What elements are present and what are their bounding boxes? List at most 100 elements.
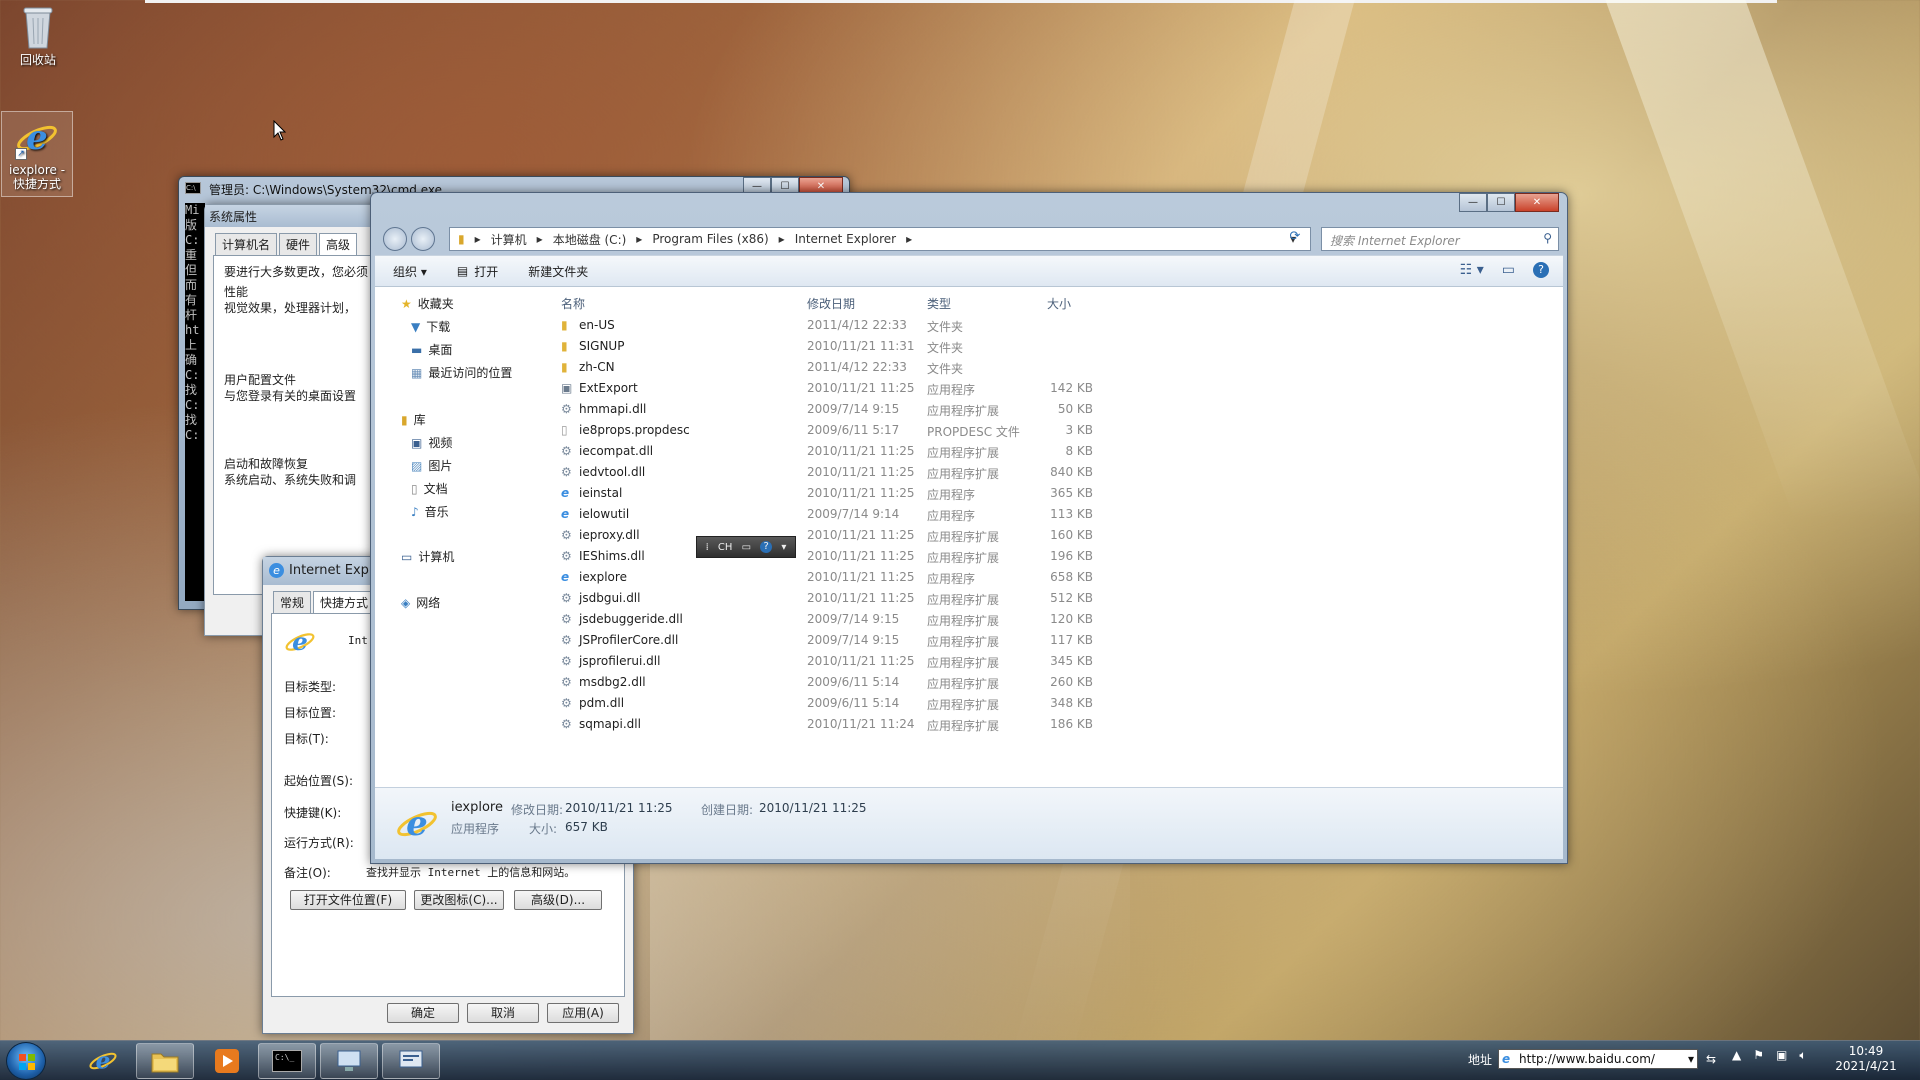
column-header-size[interactable]: 大小 (1047, 295, 1071, 312)
breadcrumb-internet-explorer[interactable]: Internet Explorer (795, 232, 896, 246)
nav-music[interactable]: ♪ 音乐 (411, 503, 449, 520)
taskbar-windows-explorer[interactable] (136, 1043, 194, 1079)
file-row[interactable]: e ielowutil 2009/7/14 9:14 应用程序 113 KB (551, 504, 1251, 525)
nav-downloads[interactable]: ▼ 下载 (411, 318, 450, 335)
file-row[interactable]: ⚙ hmmapi.dll 2009/7/14 9:15 应用程序扩展 50 KB (551, 399, 1251, 420)
taskbar-cmd[interactable]: C:\_ (258, 1043, 316, 1079)
refresh-icon[interactable]: ⟳ (1285, 229, 1305, 249)
file-size: 345 KB (1050, 654, 1093, 668)
file-row[interactable]: ▮ zh-CN 2011/4/12 22:33 文件夹 (551, 357, 1251, 378)
nav-pictures[interactable]: ▨ 图片 (411, 457, 452, 474)
preview-pane-icon[interactable]: ▭ (1502, 262, 1515, 278)
show-hidden-icons-icon[interactable]: ▲ (1732, 1048, 1741, 1063)
shortcut-name-field[interactable]: Int (348, 634, 368, 647)
iexplore-shortcut-label: iexplore - 快捷方式 (8, 163, 66, 191)
cmd-console[interactable]: Mi 版 C: 重 但 而 有 杆 ht 上 确 C: 找 C: 找 C: (185, 203, 205, 601)
open-icon: ▤ (456, 264, 469, 278)
forward-button[interactable] (411, 227, 435, 251)
cancel-button[interactable]: 取消 (467, 1003, 539, 1023)
recent-places-icon: ▦ (411, 365, 423, 380)
file-row[interactable]: ⚙ pdm.dll 2009/6/11 5:14 应用程序扩展 348 KB (551, 693, 1251, 714)
tab-general[interactable]: 常规 (273, 591, 312, 613)
open-file-location-button[interactable]: 打开文件位置(F) (290, 890, 406, 910)
ime-language-label[interactable]: CH (718, 542, 733, 553)
taskbar-system-properties[interactable] (320, 1043, 378, 1079)
file-row[interactable]: ▯ ie8props.propdesc 2009/6/11 5:17 PROPDESC… (551, 420, 1251, 441)
file-row[interactable]: ⚙ iedvtool.dll 2010/11/21 11:25 应用程序扩展 840 K… (551, 462, 1251, 483)
taskbar-media-player[interactable] (198, 1043, 256, 1079)
breadcrumb-program-files[interactable]: Program Files (x86) (652, 232, 768, 246)
dll-file-icon: ⚙ (561, 444, 572, 458)
open-button[interactable]: ▤ 打开 (457, 263, 498, 280)
file-type: 应用程序扩展 (927, 677, 1000, 691)
taskbar-clock[interactable]: 10:49 2021/4/21 (1832, 1044, 1900, 1074)
nav-favorites[interactable]: ★ 收藏夹 (401, 295, 454, 312)
file-row[interactable]: ⚙ msdbg2.dll 2009/6/11 5:14 应用程序扩展 260 KB (551, 672, 1251, 693)
file-row[interactable]: ⚙ jsdbgui.dll 2010/11/21 11:25 应用程序扩展 512 KB (551, 588, 1251, 609)
column-header-date[interactable]: 修改日期 (807, 295, 855, 312)
back-button[interactable] (383, 227, 407, 251)
nav-videos[interactable]: ▣ 视频 (411, 434, 452, 451)
user-profiles-heading: 用户配置文件 (224, 373, 297, 387)
tab-shortcut[interactable]: 快捷方式 (313, 591, 376, 613)
search-input[interactable]: 搜索 Internet Explorer ⚲ (1321, 227, 1559, 251)
nav-libraries[interactable]: ▮ 库 (401, 411, 426, 428)
address-go-icon[interactable]: ⇆ (1706, 1052, 1716, 1066)
address-toolbar-dropdown-icon[interactable]: ▾ (1688, 1052, 1694, 1066)
file-row[interactable]: ▮ SIGNUP 2010/11/21 11:31 文件夹 (551, 336, 1251, 357)
nav-network[interactable]: ◈ 网络 (401, 594, 440, 611)
iexplore-shortcut-desktop-icon[interactable]: e ↗ iexplore - 快捷方式 (1, 111, 73, 197)
start-button[interactable] (6, 1042, 46, 1080)
user-profiles-desc: 与您登录有关的桌面设置 (224, 389, 357, 403)
volume-icon[interactable]: 🔈︎ (1799, 1048, 1806, 1063)
advanced-button[interactable]: 高级(D)... (514, 890, 602, 910)
help-icon[interactable]: ? (1533, 262, 1549, 278)
address-bar[interactable]: ▮ ▸ 计算机 ▸ 本地磁盘 (C:) ▸ Program Files (x86… (449, 227, 1311, 251)
comment-field[interactable]: 查找并显示 Internet 上的信息和网站。 (366, 864, 575, 880)
file-row[interactable]: ⚙ jsdebuggeride.dll 2009/7/14 9:15 应用程序扩展 12… (551, 609, 1251, 630)
breadcrumb-local-disk[interactable]: 本地磁盘 (C:) (553, 231, 627, 248)
taskbar-internet-explorer[interactable]: e (74, 1043, 132, 1079)
organize-button[interactable]: 组织 ▾ (393, 263, 427, 280)
apply-button[interactable]: 应用(A) (547, 1003, 619, 1023)
network-status-icon[interactable]: ▣ (1776, 1048, 1787, 1063)
breadcrumb-computer[interactable]: 计算机 (491, 231, 527, 248)
file-row[interactable]: ⚙ sqmapi.dll 2010/11/21 11:24 应用程序扩展 186 KB (551, 714, 1251, 735)
minimize-button[interactable]: — (1459, 193, 1487, 212)
view-options-icon[interactable]: ☷ ▾ (1460, 262, 1484, 278)
nav-recent-places[interactable]: ▦ 最近访问的位置 (411, 364, 512, 381)
column-header-name[interactable]: 名称 (561, 295, 585, 312)
ime-language-bar[interactable]: ⁞ CH ▭ ? ▾ (696, 536, 796, 558)
file-row[interactable]: ⚙ jsprofilerui.dll 2010/11/21 11:25 应用程序扩展 3… (551, 651, 1251, 672)
file-row[interactable]: e ieinstal 2010/11/21 11:25 应用程序 365 KB (551, 483, 1251, 504)
column-header-type[interactable]: 类型 (927, 295, 951, 312)
maximize-button[interactable]: ☐ (1487, 193, 1515, 212)
change-icon-button[interactable]: 更改图标(C)... (414, 890, 504, 910)
close-button[interactable]: ✕ (1515, 193, 1559, 212)
file-row[interactable]: ⚙ JSProfilerCore.dll 2009/7/14 9:15 应用程序扩展 1… (551, 630, 1251, 651)
nav-documents[interactable]: ▯ 文档 (411, 480, 448, 497)
explorer-window[interactable]: — ☐ ✕ ▮ ▸ 计算机 ▸ 本地磁盘 (C:) ▸ Program File… (370, 192, 1568, 864)
tab-computer-name[interactable]: 计算机名 (215, 233, 278, 255)
file-row[interactable]: ▣ ExtExport 2010/11/21 11:25 应用程序 142 KB (551, 378, 1251, 399)
ok-button[interactable]: 确定 (387, 1003, 459, 1023)
ime-help-icon[interactable]: ? (760, 541, 773, 553)
nav-desktop[interactable]: ▬ 桌面 (411, 341, 452, 358)
file-row[interactable]: e iexplore 2010/11/21 11:25 应用程序 658 KB (551, 567, 1251, 588)
new-folder-button[interactable]: 新建文件夹 (528, 263, 588, 280)
breadcrumb-separator: ▸ (536, 232, 543, 246)
file-row[interactable]: ▮ en-US 2011/4/12 22:33 文件夹 (551, 315, 1251, 336)
tab-advanced[interactable]: 高级 (319, 233, 358, 255)
file-row[interactable]: ⚙ ieproxy.dll 2010/11/21 11:25 应用程序扩展 160 KB (551, 525, 1251, 546)
recycle-bin-desktop-icon[interactable]: 回收站 (2, 6, 74, 67)
file-name: jsdbgui.dll (579, 591, 641, 605)
address-toolbar-input[interactable]: e http://www.baidu.com/ ▾ (1498, 1049, 1699, 1069)
keyboard-icon[interactable]: ▭ (742, 542, 751, 553)
tab-hardware[interactable]: 硬件 (279, 233, 318, 255)
ime-options-icon[interactable]: ▾ (781, 542, 786, 553)
action-center-flag-icon[interactable]: ⚑ (1753, 1048, 1764, 1063)
nav-computer[interactable]: ▭ 计算机 (401, 548, 454, 565)
taskbar-shortcut-properties[interactable] (382, 1043, 440, 1079)
file-row[interactable]: ⚙ iecompat.dll 2010/11/21 11:25 应用程序扩展 8 KB (551, 441, 1251, 462)
file-row[interactable]: ⚙ IEShims.dll 2010/11/21 11:25 应用程序扩展 196 KB (551, 546, 1251, 567)
